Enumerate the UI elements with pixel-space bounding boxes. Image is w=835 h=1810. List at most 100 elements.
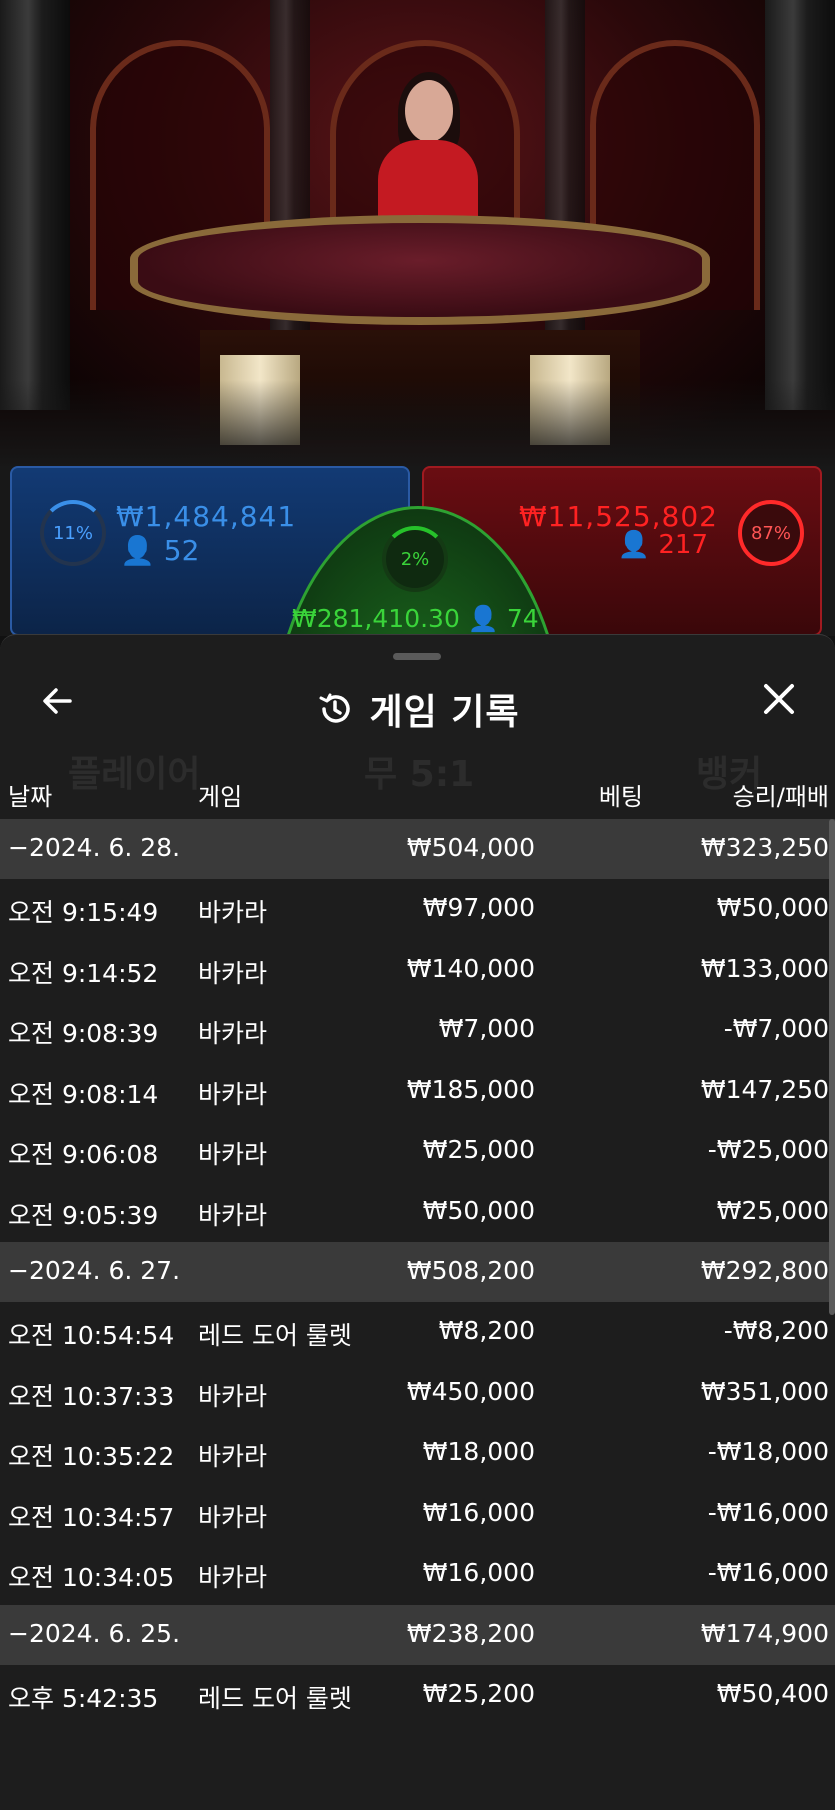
row-game: 바카라 (198, 1140, 268, 1169)
row-time: 오전 10:34:57 (8, 1502, 175, 1532)
drag-handle[interactable] (393, 653, 441, 660)
tie-percent-ring: 2% (382, 526, 448, 592)
row-result: ₩25,000 (716, 1195, 829, 1225)
row-game: 레드 도어 룰렛 (198, 1321, 352, 1350)
table-row: 오후 5:42:35 레드 도어 룰렛 ₩25,200 ₩50,400 (0, 1665, 835, 1726)
player-percent: 11% (52, 522, 93, 544)
player-count: 👤 52 (120, 534, 200, 567)
row-game: 바카라 (198, 1563, 268, 1592)
group-result-total: ₩323,250 (700, 833, 829, 862)
column-bet: 베팅 (598, 783, 643, 811)
row-bet: ₩16,000 (422, 1497, 535, 1527)
row-game: 레드 도어 룰렛 (198, 1683, 352, 1713)
row-game: 바카라 (198, 1442, 268, 1471)
row-bet: ₩25,200 (422, 1678, 535, 1708)
close-button[interactable] (757, 679, 801, 723)
row-time: 오전 9:08:39 (8, 1019, 159, 1048)
user-icon: 👤 (467, 604, 499, 633)
user-icon: 👤 (120, 534, 155, 567)
date-group-row[interactable]: −2024. 6. 25. ₩238,200 ₩174,900 (0, 1604, 835, 1665)
row-game: 바카라 (198, 1019, 268, 1048)
table-header: 날짜 게임 베팅 승리/패배 (0, 767, 835, 813)
table-row: 오전 10:34:05 바카라 ₩16,000 -₩16,000 (0, 1544, 835, 1605)
table-row: 오전 9:14:52 바카라 ₩140,000 ₩133,000 (0, 940, 835, 1001)
game-history-sheet: 게임 기록 플레이어 무 5:1 뱅커 날짜 게임 베팅 승리/패배 −2024… (0, 634, 835, 1810)
row-game: 바카라 (198, 1381, 268, 1411)
table-row: 오전 9:06:08 바카라 ₩25,000 -₩25,000 (0, 1121, 835, 1182)
row-result: -₩7,000 (723, 1014, 829, 1043)
tie-bet-amount: ₩281,410.30 👤 74 (292, 604, 539, 633)
row-game: 바카라 (198, 1200, 268, 1230)
history-list[interactable]: −2024. 6. 28. ₩504,000 ₩323,250 오전 9:15:49 바… (0, 819, 835, 1725)
scrollbar[interactable] (829, 819, 835, 1315)
table-row: 오전 10:34:57 바카라 ₩16,000 -₩16,000 (0, 1484, 835, 1545)
group-bet-total: ₩504,000 (406, 833, 535, 862)
table-row: 오전 9:08:14 바카라 ₩185,000 ₩147,250 (0, 1061, 835, 1122)
close-icon (764, 684, 794, 714)
row-bet: ₩18,000 (422, 1437, 535, 1466)
row-time: 오후 5:42:35 (8, 1683, 159, 1713)
row-game: 바카라 (198, 1079, 268, 1109)
group-result-total: ₩174,900 (700, 1618, 829, 1648)
row-time: 오전 10:35:22 (8, 1442, 175, 1471)
banker-percent-ring: 87% (738, 500, 804, 566)
table-row: 오전 10:37:33 바카라 ₩450,000 ₩351,000 (0, 1363, 835, 1424)
row-time: 오전 9:14:52 (8, 958, 159, 988)
row-game: 바카라 (198, 958, 268, 988)
row-result: ₩50,400 (716, 1678, 829, 1708)
row-result: ₩50,000 (716, 893, 829, 922)
group-date: −2024. 6. 28. (8, 833, 181, 862)
row-result: ₩147,250 (700, 1074, 829, 1104)
row-time: 오전 9:15:49 (8, 898, 159, 927)
player-percent-ring: 11% (40, 500, 106, 566)
table-row: 오전 9:08:39 바카라 ₩7,000 -₩7,000 (0, 1000, 835, 1061)
sheet-header: 게임 기록 (0, 683, 835, 735)
table-row: 오전 9:15:49 바카라 ₩97,000 ₩50,000 (0, 879, 835, 940)
banker-count: 👤 217 (617, 530, 708, 560)
row-time: 오전 10:34:05 (8, 1563, 175, 1592)
history-clock-icon (319, 693, 351, 723)
table-row: 오전 10:35:22 바카라 ₩18,000 -₩18,000 (0, 1423, 835, 1484)
live-video (0, 0, 835, 470)
row-result: -₩25,000 (707, 1135, 829, 1164)
row-time: 오전 9:05:39 (8, 1200, 159, 1230)
group-date: −2024. 6. 25. (8, 1618, 181, 1648)
row-game: 바카라 (198, 898, 268, 927)
pillar-left (0, 0, 70, 410)
row-time: 오전 10:54:54 (8, 1321, 175, 1350)
row-time: 오전 10:37:33 (8, 1381, 175, 1411)
banker-bet-amount: ₩11,525,802 (518, 500, 718, 533)
baccarat-table (130, 215, 710, 325)
date-group-row[interactable]: −2024. 6. 27. ₩508,200 ₩292,800 (0, 1242, 835, 1302)
row-bet: ₩140,000 (406, 953, 535, 983)
row-bet: ₩50,000 (422, 1195, 535, 1225)
column-game: 게임 (198, 783, 243, 811)
banker-percent: 87% (750, 522, 791, 544)
row-bet: ₩185,000 (406, 1074, 535, 1104)
column-result: 승리/패배 (732, 783, 829, 811)
table-row: 오전 9:05:39 바카라 ₩50,000 ₩25,000 (0, 1182, 835, 1243)
group-bet-total: ₩508,200 (406, 1256, 535, 1285)
row-result: ₩351,000 (700, 1376, 829, 1406)
row-result: -₩16,000 (707, 1497, 829, 1527)
group-date: −2024. 6. 27. (8, 1256, 181, 1285)
pillar-right (765, 0, 835, 410)
row-bet: ₩97,000 (422, 893, 535, 922)
row-game: 바카라 (198, 1502, 268, 1532)
column-date: 날짜 (8, 783, 53, 811)
row-bet: ₩16,000 (422, 1558, 535, 1587)
page-title: 게임 기록 (369, 692, 520, 733)
row-bet: ₩7,000 (438, 1014, 535, 1043)
table-row: 오전 10:54:54 레드 도어 룰렛 ₩8,200 -₩8,200 (0, 1302, 835, 1363)
row-time: 오전 9:08:14 (8, 1079, 159, 1109)
row-bet: ₩450,000 (406, 1376, 535, 1406)
date-group-row[interactable]: −2024. 6. 28. ₩504,000 ₩323,250 (0, 819, 835, 879)
row-result: -₩8,200 (723, 1316, 829, 1345)
row-result: ₩133,000 (700, 953, 829, 983)
row-bet: ₩8,200 (438, 1316, 535, 1345)
row-time: 오전 9:06:08 (8, 1140, 159, 1169)
user-icon: 👤 (617, 530, 651, 560)
group-bet-total: ₩238,200 (406, 1618, 535, 1648)
row-bet: ₩25,000 (422, 1135, 535, 1164)
row-result: -₩18,000 (707, 1437, 829, 1466)
